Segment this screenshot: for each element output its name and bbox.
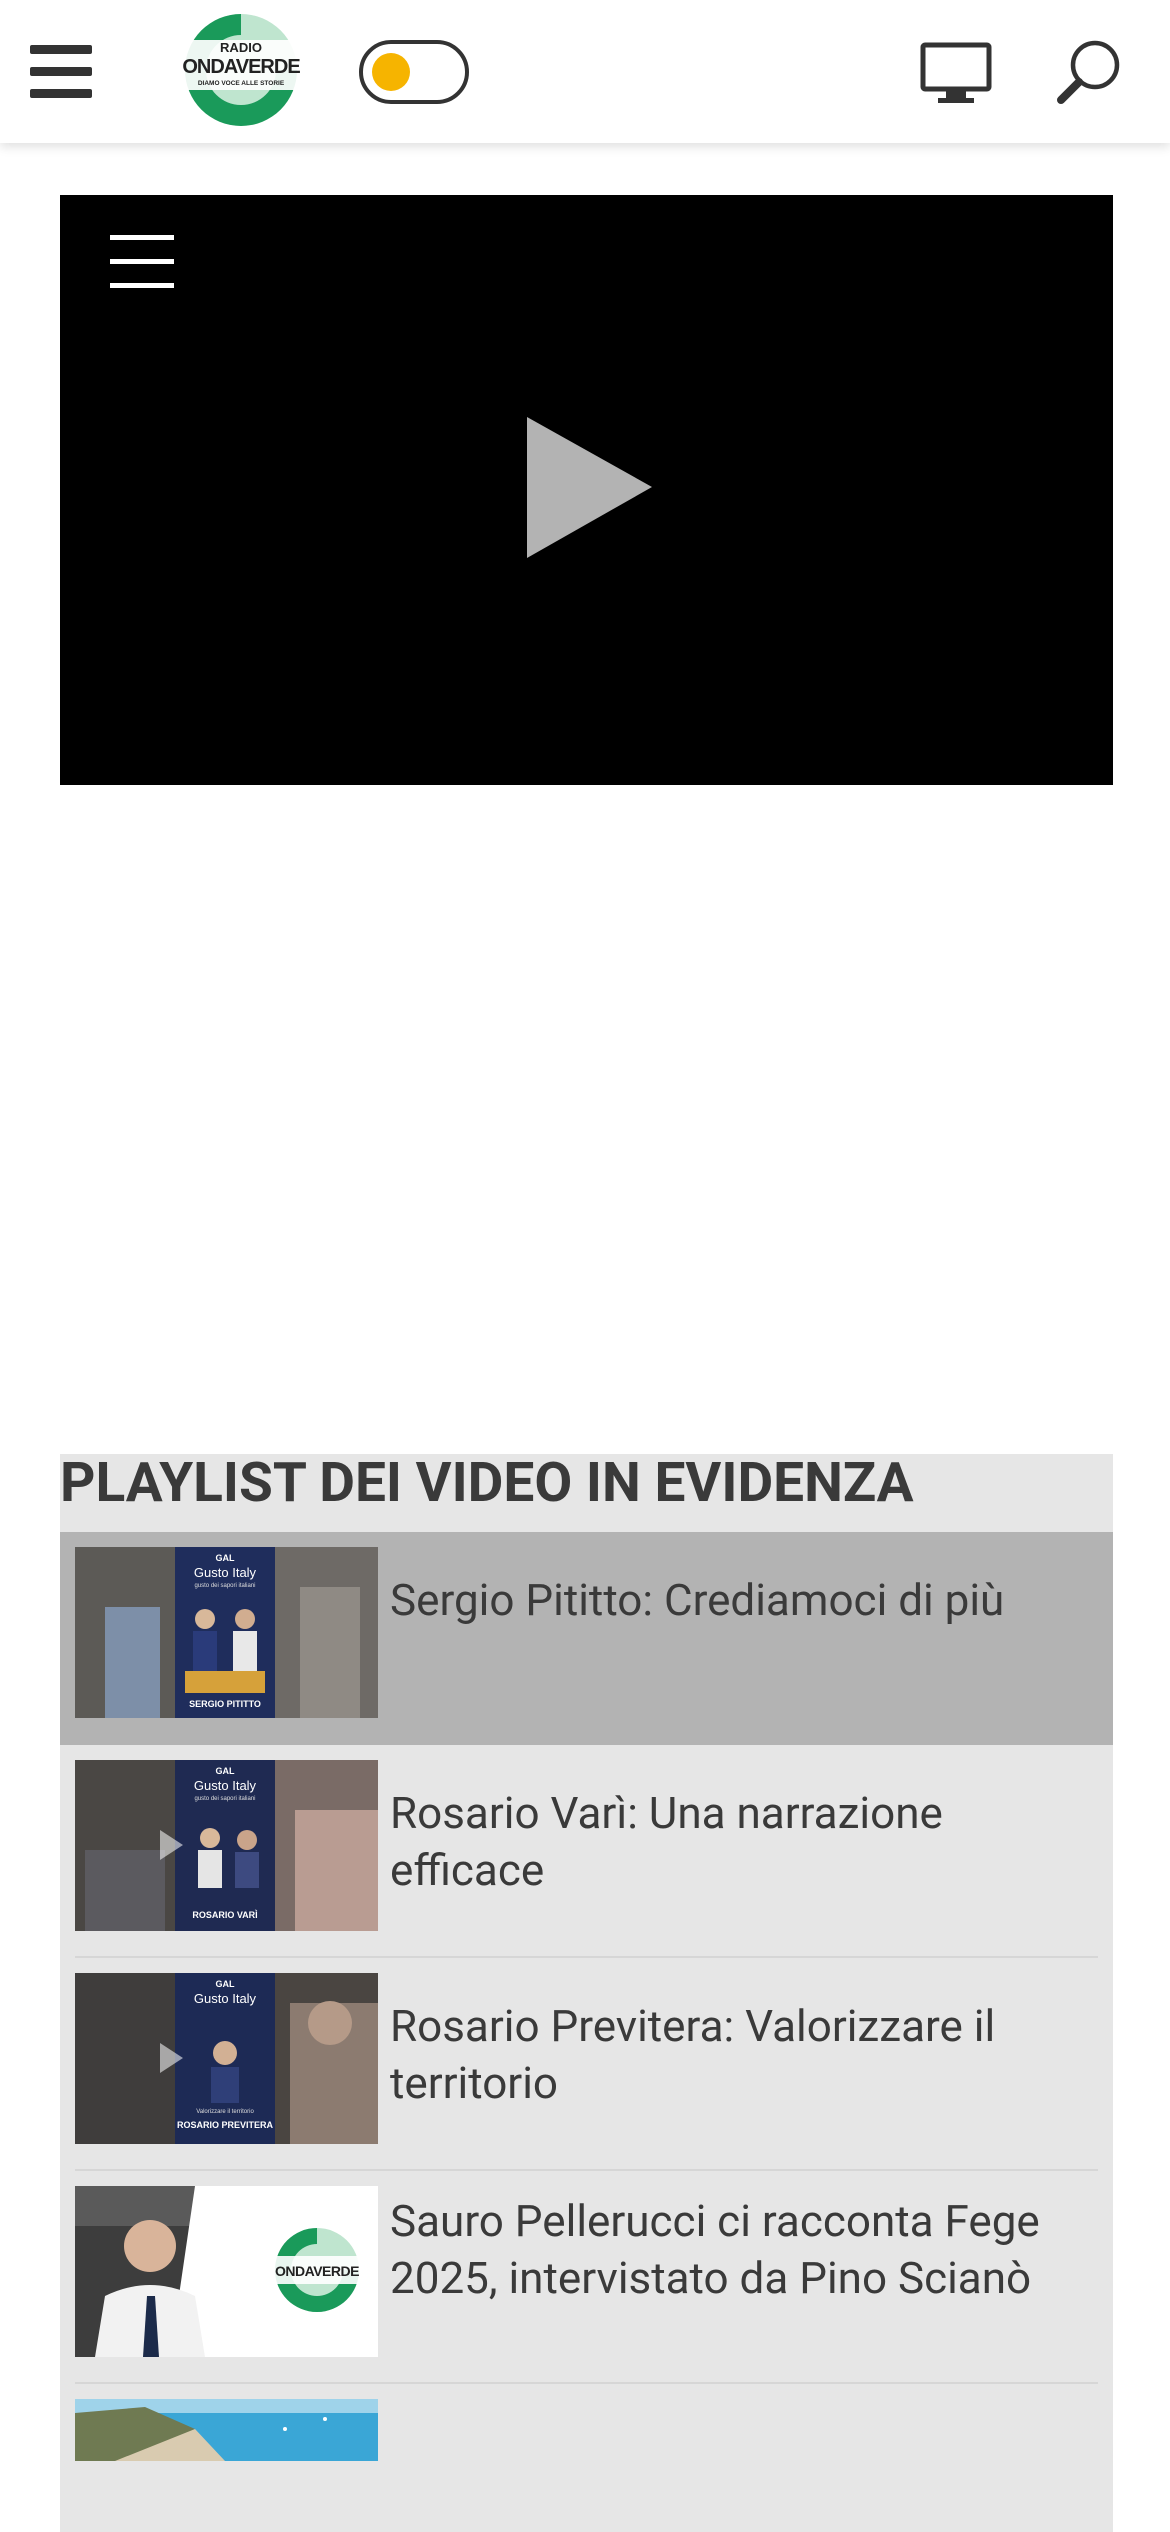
playlist-item-title[interactable]: Sergio Pititto: Crediamoci di più bbox=[390, 1572, 1090, 1629]
video-player[interactable] bbox=[60, 195, 1113, 785]
menu-bar bbox=[110, 259, 174, 264]
video-thumbnail: GAL Gusto Italy gusto dei sapori italian… bbox=[75, 1547, 378, 1718]
video-thumbnail: ONDAVERDE bbox=[75, 2186, 378, 2357]
svg-text:Gusto Italy: Gusto Italy bbox=[194, 1778, 257, 1793]
playlist-item-title[interactable]: Sauro Pellerucci ci racconta Fege 2025, … bbox=[390, 2193, 1090, 2307]
video-thumbnail: GAL Gusto Italy gusto dei sapori italian… bbox=[75, 1760, 378, 1931]
radio-ondaverde-logo[interactable]: RADIO ONDAVERDE DIAMO VOCE ALLE STORIE bbox=[176, 10, 306, 130]
video-thumbnail: GAL Gusto Italy Valorizzare il territori… bbox=[75, 1973, 378, 2144]
playlist-title: PLAYLIST DEI VIDEO IN EVIDENZA bbox=[60, 1454, 914, 1515]
playlist-item[interactable]: GAL Gusto Italy gusto dei sapori italian… bbox=[60, 1745, 1113, 1958]
playlist-item[interactable]: GAL Gusto Italy Valorizzare il territori… bbox=[60, 1958, 1113, 2171]
toggle-knob bbox=[372, 53, 410, 91]
svg-text:GAL: GAL bbox=[216, 1979, 236, 1989]
featured-video-playlist: PLAYLIST DEI VIDEO IN EVIDENZA GAL Gusto… bbox=[60, 1454, 1113, 2532]
menu-bar bbox=[30, 67, 92, 76]
playlist-item-title[interactable]: Rosario Previtera: Valorizzare il territ… bbox=[390, 1998, 1090, 2112]
search-icon[interactable] bbox=[1055, 38, 1123, 106]
play-icon[interactable] bbox=[525, 415, 665, 565]
svg-text:ONDAVERDE: ONDAVERDE bbox=[275, 2263, 359, 2279]
svg-text:GAL: GAL bbox=[216, 1766, 236, 1776]
playlist-item[interactable]: ONDAVERDE Sauro Pellerucci ci racconta F… bbox=[60, 2171, 1113, 2384]
svg-text:Gusto Italy: Gusto Italy bbox=[194, 1991, 257, 2006]
svg-text:Gusto Italy: Gusto Italy bbox=[194, 1565, 257, 1580]
top-header: RADIO ONDAVERDE DIAMO VOCE ALLE STORIE bbox=[0, 0, 1170, 143]
svg-text:gusto dei sapori italiani: gusto dei sapori italiani bbox=[194, 1583, 255, 1589]
playlist-menu-icon[interactable] bbox=[110, 235, 174, 288]
video-thumbnail bbox=[75, 2399, 378, 2461]
svg-text:ROSARIO VARÌ: ROSARIO VARÌ bbox=[192, 1910, 258, 1920]
hamburger-menu-icon[interactable] bbox=[30, 45, 94, 99]
playlist-item-title[interactable]: Rosario Varì: Una narrazione efficace bbox=[390, 1785, 1090, 1899]
svg-text:DIAMO VOCE ALLE STORIE: DIAMO VOCE ALLE STORIE bbox=[198, 80, 285, 87]
theme-toggle[interactable] bbox=[359, 40, 469, 104]
playlist-item[interactable]: GAL Gusto Italy gusto dei sapori italian… bbox=[60, 1532, 1113, 1745]
svg-text:ONDAVERDE: ONDAVERDE bbox=[182, 56, 300, 78]
playlist-item[interactable] bbox=[60, 2384, 1113, 2532]
tv-icon[interactable] bbox=[920, 42, 992, 106]
menu-bar bbox=[110, 283, 174, 288]
svg-text:RADIO: RADIO bbox=[220, 40, 262, 55]
svg-text:gusto dei sapori italiani: gusto dei sapori italiani bbox=[194, 1796, 255, 1802]
svg-text:GAL: GAL bbox=[216, 1553, 236, 1563]
svg-text:SERGIO PITITTO: SERGIO PITITTO bbox=[189, 1699, 261, 1709]
menu-bar bbox=[110, 235, 174, 240]
svg-text:Valorizzare il territorio: Valorizzare il territorio bbox=[196, 2109, 254, 2115]
menu-bar bbox=[30, 89, 92, 98]
svg-text:ROSARIO PREVITERA: ROSARIO PREVITERA bbox=[177, 2120, 274, 2130]
menu-bar bbox=[30, 45, 92, 54]
